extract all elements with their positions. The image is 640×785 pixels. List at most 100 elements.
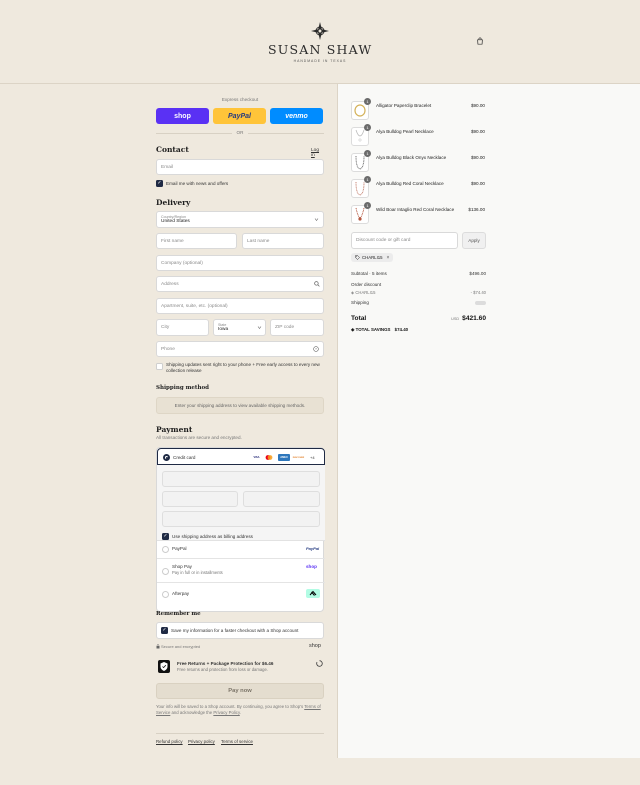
subtotal-row: Subtotal · 5 items $496.00 [351, 271, 486, 276]
company-field[interactable]: Company (optional) [156, 255, 324, 271]
item-price: $90.00 [470, 181, 485, 186]
shipping-method-heading: Shipping method [156, 385, 209, 391]
apartment-field[interactable]: Apartment, suite, etc. (optional) [156, 298, 324, 314]
or-separator: OR [236, 130, 244, 135]
item-price: $136.00 [468, 207, 485, 212]
brand-name: SUSAN SHAW [268, 42, 373, 57]
product-thumbnail: 1 [351, 98, 371, 120]
terms-of-service-link[interactable]: Terms of service [221, 739, 253, 744]
subtotal-label: Subtotal · 5 items [351, 271, 387, 276]
legal-text: Your info will be saved to a Shop accoun… [156, 704, 324, 716]
last-name-field[interactable]: Last name [242, 233, 324, 249]
shop-pay-subtitle: Pay in full or in installments [172, 570, 223, 575]
amex-icon: AMEX [278, 454, 290, 461]
pay-now-button[interactable]: Pay now [156, 683, 324, 699]
city-field[interactable]: City [156, 319, 209, 336]
shop-pay-button[interactable]: shop [156, 108, 209, 124]
first-name-field[interactable]: First name [156, 233, 237, 249]
product-thumbnail: 1 [351, 150, 371, 172]
discover-icon: DISCOVER [292, 456, 305, 459]
billing-checkbox[interactable]: ✓ [162, 533, 169, 540]
product-thumbnail: 1 [351, 176, 371, 198]
brand-logo[interactable]: SUSAN SHAW HANDMADE IN TEXAS [268, 22, 372, 63]
venmo-button[interactable]: venmo [270, 108, 323, 124]
tag-icon [355, 255, 360, 260]
legal-text-2: and acknowledge the [171, 710, 213, 715]
phone-field[interactable]: Phone [156, 341, 324, 357]
total-label: Total [351, 315, 367, 322]
lock-icon [156, 644, 160, 649]
discount-chip-code: CHARLI15 [362, 255, 383, 260]
total-savings-value: $74.40 [394, 327, 409, 332]
afterpay-radio[interactable] [162, 591, 169, 598]
item-price: $90.00 [470, 103, 485, 108]
refund-policy-link[interactable]: Refund policy [156, 739, 183, 744]
item-name: Alligator Paperclip Bracelet [376, 103, 432, 108]
card-expiry-field[interactable] [162, 491, 238, 507]
card-cvv-field[interactable] [243, 491, 320, 507]
paypal-option[interactable]: PayPal [172, 546, 187, 552]
order-discount-row: Order discount [351, 282, 486, 287]
quantity-badge: 1 [364, 176, 371, 183]
help-circle-icon[interactable]: ? [313, 346, 319, 352]
card-name-field[interactable] [162, 511, 320, 527]
afterpay-icon [306, 589, 320, 598]
apply-button[interactable]: Apply [462, 232, 486, 249]
shield-icon [158, 660, 170, 673]
product-thumbnail: 1 [351, 202, 371, 224]
loading-spinner-icon[interactable] [316, 660, 323, 667]
save-info-checkbox[interactable]: ✓ [161, 627, 168, 634]
afterpay-option[interactable]: Afterpay [172, 591, 189, 597]
discount-chip: CHARLI15 × [351, 253, 394, 262]
shopping-bag-icon[interactable] [476, 37, 484, 45]
shop-pay-radio[interactable] [162, 568, 169, 575]
more-cards-badge: +4 [310, 454, 315, 460]
total-savings-label: TOTAL SAVINGS [355, 327, 391, 332]
sms-label: Shipping updates sent right to your phon… [166, 362, 320, 373]
subtotal-value: $496.00 [469, 271, 486, 276]
discount-code-field[interactable]: Discount code or gift card [351, 232, 458, 249]
card-number-field[interactable] [162, 471, 320, 487]
remove-discount-icon[interactable]: × [387, 255, 390, 261]
zip-field[interactable]: ZIP code [270, 319, 324, 336]
privacy-policy-link[interactable]: Privacy policy [188, 739, 215, 744]
shipping-method-notice: Enter your shipping address to view avai… [156, 397, 324, 414]
address-field[interactable]: Address [156, 276, 324, 292]
mastercard-icon [264, 454, 274, 461]
paypal-button[interactable]: PayPal [213, 108, 266, 124]
privacy-link[interactable]: Privacy Policy [213, 710, 239, 715]
item-price: $90.00 [470, 129, 485, 134]
visa-icon: VISA [253, 456, 260, 459]
svg-text:?: ? [315, 347, 317, 351]
credit-card-radio[interactable] [163, 454, 170, 461]
paypal-radio[interactable] [162, 546, 169, 553]
quantity-badge: 1 [364, 98, 371, 105]
contact-heading: Contact [156, 145, 189, 154]
total-value: $421.60 [462, 315, 486, 322]
news-label: Email me with news and offers [166, 180, 229, 186]
divider [157, 558, 325, 559]
country-select[interactable]: Country/Region United States [156, 211, 324, 228]
search-icon [314, 281, 320, 287]
state-value: Iowa [218, 327, 229, 332]
quantity-badge: 1 [364, 150, 371, 157]
total-row: Total USD $421.60 [351, 315, 486, 322]
login-link[interactable]: Log in [311, 148, 324, 158]
discount-code-label: CHARLI15 [355, 290, 376, 295]
item-name: Alya Bulldog Red Coral Necklace [376, 181, 444, 186]
chevron-down-icon [314, 218, 319, 221]
email-field[interactable]: Email [156, 159, 324, 175]
news-checkbox[interactable]: ✓ [156, 180, 163, 187]
product-thumbnail: 1 [351, 124, 371, 146]
order-discount-label: Order discount [351, 282, 382, 287]
discount-code-row: ◈ CHARLI15 - $74.40 [351, 290, 486, 295]
item-price: $90.00 [470, 155, 485, 160]
credit-card-option[interactable]: Credit card VISA AMEX DISCOVER +4 [157, 448, 325, 465]
divider [157, 582, 325, 583]
order-summary: 1 Alligator Paperclip Bracelet $90.00 1 … [337, 84, 640, 758]
sms-checkbox[interactable] [156, 363, 163, 370]
currency-label: USD [451, 317, 460, 321]
quantity-badge: 1 [364, 124, 371, 131]
secure-label: Secure and encrypted [161, 644, 201, 649]
remember-me-heading: Remember me [156, 611, 201, 617]
